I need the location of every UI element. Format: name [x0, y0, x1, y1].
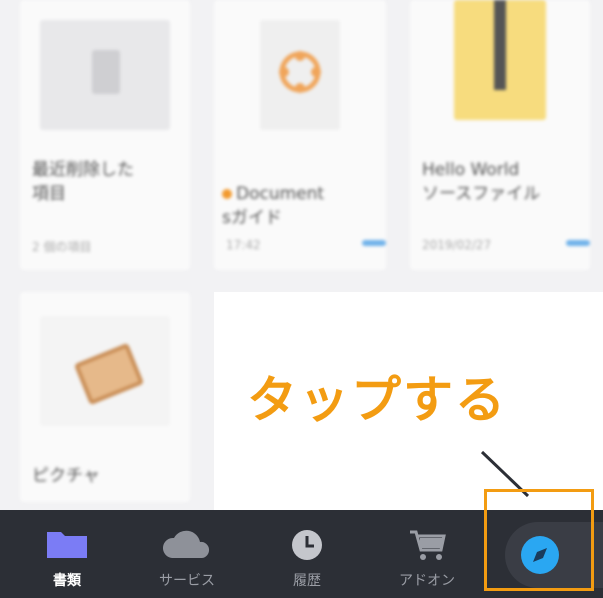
- card-title: 最近削除した 項目: [32, 160, 134, 204]
- tab-documents[interactable]: 書類: [17, 510, 117, 598]
- trash-icon: [92, 50, 120, 94]
- tap-annotation: タップする: [247, 371, 507, 429]
- documents-guide-card[interactable]: Document sガイド 17:42: [214, 0, 386, 270]
- tab-label: サービス: [159, 573, 215, 589]
- card-title: Hello World ソースファイル: [422, 160, 541, 204]
- tab-label: 書類: [53, 573, 81, 589]
- card-title: ピクチャ: [32, 466, 100, 486]
- card-date: 17:42: [226, 238, 261, 252]
- tab-label: アドオン: [399, 573, 455, 589]
- document-grid: 最近削除した 項目 2 個の項目 Document sガイド 17:42 Hel…: [0, 0, 603, 510]
- trash-thumbnail: [40, 20, 170, 130]
- card-date: 2 個の項目: [32, 240, 92, 254]
- tab-label: 履歴: [293, 573, 321, 589]
- guide-logo-icon: [279, 51, 321, 93]
- zip-thumbnail: [454, 0, 546, 120]
- tab-services[interactable]: サービス: [137, 510, 237, 598]
- clock-icon: [292, 530, 322, 560]
- unread-dot: [222, 189, 232, 199]
- cart-icon: [410, 530, 446, 560]
- pictures-thumbnail: [40, 316, 170, 426]
- folder-icon: [47, 532, 87, 558]
- cloud-icon: [162, 530, 210, 558]
- guide-thumbnail: [260, 20, 340, 130]
- sync-badge: [566, 240, 590, 246]
- photo-stack-icon: [73, 342, 145, 406]
- zipper-icon: [494, 0, 506, 90]
- tab-addons[interactable]: アドオン: [377, 510, 477, 598]
- tap-highlight-box: [484, 489, 594, 591]
- tab-history[interactable]: 履歴: [257, 510, 357, 598]
- hello-world-card[interactable]: Hello World ソースファイル 2019/02/27: [410, 0, 590, 270]
- card-title: Document sガイド: [222, 184, 325, 228]
- card-date: 2019/02/27: [422, 238, 492, 252]
- recently-deleted-card[interactable]: 最近削除した 項目 2 個の項目: [20, 0, 190, 270]
- sync-badge: [362, 240, 386, 246]
- pictures-card[interactable]: ピクチャ: [20, 292, 190, 502]
